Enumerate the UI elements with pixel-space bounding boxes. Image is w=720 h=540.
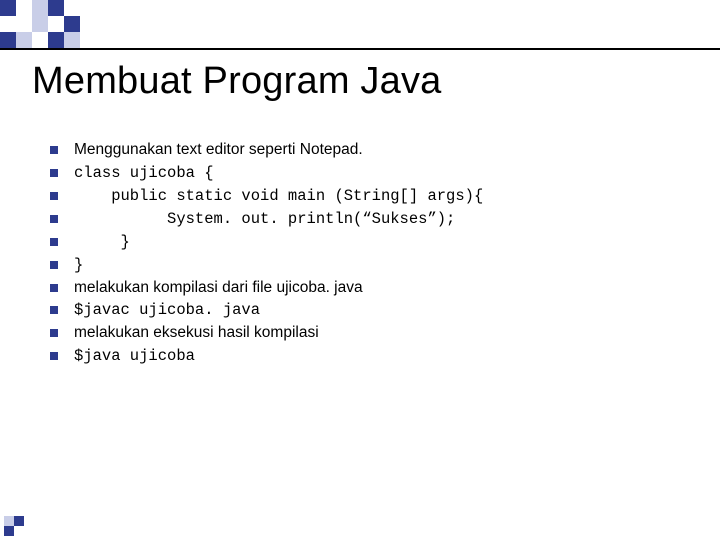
- bullet-icon: [50, 306, 58, 314]
- slide-title: Membuat Program Java: [32, 60, 442, 103]
- bullet-text: melakukan eksekusi hasil kompilasi: [74, 323, 319, 344]
- bullet-icon: [50, 169, 58, 177]
- bullet-text: }: [74, 232, 130, 253]
- bullet-icon: [50, 352, 58, 360]
- list-item: }: [50, 232, 483, 253]
- bullet-icon: [50, 146, 58, 154]
- bullet-text: $java ujicoba: [74, 346, 195, 367]
- bullet-text: $javac ujicoba. java: [74, 300, 260, 321]
- bullet-icon: [50, 192, 58, 200]
- list-item: Menggunakan text editor seperti Notepad.: [50, 140, 483, 161]
- list-item: System. out. println(“Sukses”);: [50, 209, 483, 230]
- bullet-icon: [50, 215, 58, 223]
- bullet-text: class ujicoba {: [74, 163, 214, 184]
- bullet-list: Menggunakan text editor seperti Notepad.…: [50, 140, 483, 369]
- bullet-text: Menggunakan text editor seperti Notepad.: [74, 140, 363, 161]
- list-item: class ujicoba {: [50, 163, 483, 184]
- bullet-icon: [50, 238, 58, 246]
- corner-decoration: [0, 0, 120, 50]
- divider: [0, 48, 720, 50]
- list-item: melakukan eksekusi hasil kompilasi: [50, 323, 483, 344]
- bullet-text: public static void main (String[] args){: [74, 186, 483, 207]
- list-item: public static void main (String[] args){: [50, 186, 483, 207]
- list-item: $java ujicoba: [50, 346, 483, 367]
- bullet-text: System. out. println(“Sukses”);: [74, 209, 455, 230]
- bullet-text: melakukan kompilasi dari file ujicoba. j…: [74, 278, 363, 299]
- bullet-icon: [50, 284, 58, 292]
- list-item: }: [50, 255, 483, 276]
- bullet-text: }: [74, 255, 83, 276]
- bullet-icon: [50, 261, 58, 269]
- list-item: melakukan kompilasi dari file ujicoba. j…: [50, 278, 483, 299]
- list-item: $javac ujicoba. java: [50, 300, 483, 321]
- bottom-decoration: [4, 516, 24, 536]
- bullet-icon: [50, 329, 58, 337]
